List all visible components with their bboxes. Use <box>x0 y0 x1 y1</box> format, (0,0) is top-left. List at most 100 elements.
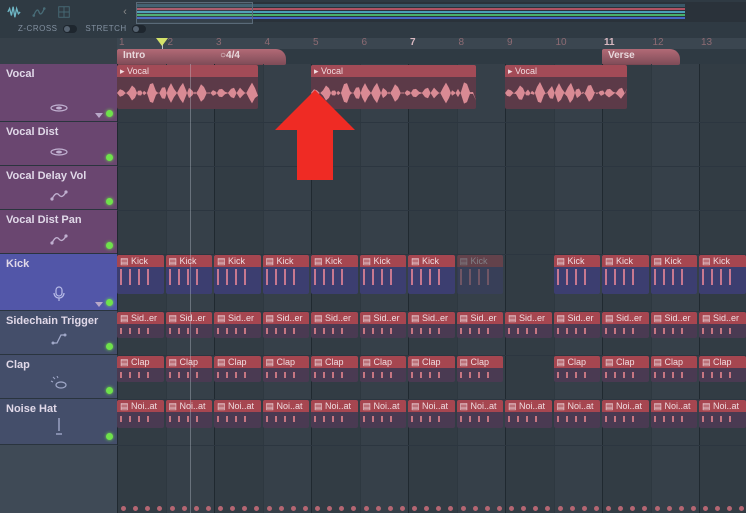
track-header[interactable]: Vocal Dist Pan <box>0 210 117 254</box>
timeline-ruler[interactable]: 12345678910111213 <box>117 38 746 49</box>
timeline-marker[interactable]: ○4/4 <box>214 49 286 65</box>
pattern-clip[interactable]: ▤ Noi..at <box>311 400 358 428</box>
track-enable-led[interactable] <box>106 198 113 205</box>
track-enable-led[interactable] <box>106 110 113 117</box>
track-enable-led[interactable] <box>106 343 113 350</box>
pattern-clip[interactable]: ▤ Kick <box>117 255 164 294</box>
waveform-tool-icon[interactable] <box>3 2 25 22</box>
pattern-clip[interactable]: ▤ Clap <box>263 356 310 382</box>
pattern-clip[interactable]: ▤ Noi..at <box>602 400 649 428</box>
pattern-clip[interactable]: ▤ Sid..er <box>166 312 213 338</box>
track-header[interactable]: Kick <box>0 254 117 311</box>
step-dot <box>133 506 138 511</box>
track-expand-icon[interactable] <box>95 302 103 307</box>
pattern-clip[interactable]: ▤ Clap <box>602 356 649 382</box>
track-lane[interactable]: ▤ Sid..er▤ Sid..er▤ Sid..er▤ Sid..er▤ Si… <box>117 311 746 356</box>
step-dot <box>170 506 175 511</box>
track-header[interactable]: Vocal Delay Vol <box>0 166 117 210</box>
pattern-clip[interactable]: ▤ Noi..at <box>651 400 698 428</box>
pattern-clip[interactable]: ▤ Noi..at <box>263 400 310 428</box>
pattern-clip[interactable]: ▤ Kick <box>602 255 649 294</box>
grid-tool-icon[interactable] <box>53 2 75 22</box>
track-name: Vocal Dist <box>6 126 111 138</box>
pattern-clip[interactable]: ▤ Clap <box>408 356 455 382</box>
track-lane[interactable]: ▤ Noi..at▤ Noi..at▤ Noi..at▤ Noi..at▤ No… <box>117 399 746 446</box>
pattern-clip[interactable]: ▤ Noi..at <box>360 400 407 428</box>
pattern-clip[interactable]: ▤ Sid..er <box>408 312 455 338</box>
clip-label: ▤ Kick <box>408 255 455 267</box>
pattern-clip[interactable]: ▤ Sid..er <box>360 312 407 338</box>
clip-label: ▤ Noi..at <box>360 400 407 412</box>
audio-clip[interactable]: ▸ Vocal <box>505 65 627 109</box>
track-lane[interactable] <box>117 166 746 211</box>
pattern-clip[interactable]: ▤ Noi..at <box>166 400 213 428</box>
pattern-clip[interactable]: ▤ Noi..at <box>554 400 601 428</box>
track-lane[interactable] <box>117 122 746 167</box>
pattern-clip[interactable]: ▤ Noi..at <box>505 400 552 428</box>
pattern-clip[interactable]: ▤ Sid..er <box>214 312 261 338</box>
step-dot <box>582 506 587 511</box>
timeline-marker[interactable]: Verse <box>602 49 680 65</box>
pattern-clip[interactable]: ▤ Clap <box>699 356 746 382</box>
track-header[interactable]: Vocal Dist <box>0 122 117 166</box>
track-enable-led[interactable] <box>106 242 113 249</box>
step-dot <box>703 506 708 511</box>
track-lane[interactable]: ▸ Vocal▸ Vocal▸ Vocal <box>117 64 746 123</box>
pattern-clip[interactable]: ▤ Clap <box>360 356 407 382</box>
pattern-clip[interactable]: ▤ Sid..er <box>554 312 601 338</box>
pattern-clip[interactable]: ▤ Noi..at <box>117 400 164 428</box>
track-header[interactable]: Noise Hat <box>0 399 117 445</box>
pattern-clip[interactable]: ▤ Sid..er <box>117 312 164 338</box>
pattern-clip[interactable]: ▤ Noi..at <box>457 400 504 428</box>
pattern-clip[interactable]: ▤ Kick <box>263 255 310 294</box>
pattern-clip[interactable]: ▤ Sid..er <box>311 312 358 338</box>
marker-lane[interactable]: Intro○4/4Verse <box>117 49 746 64</box>
arrangement-grid[interactable]: ▸ Vocal▸ Vocal▸ Vocal▤ Kick▤ Kick▤ Kick▤… <box>117 64 746 513</box>
track-expand-icon[interactable] <box>95 113 103 118</box>
pattern-clip[interactable]: ▤ Sid..er <box>263 312 310 338</box>
stretch-toggle[interactable] <box>132 25 146 33</box>
pattern-clip[interactable]: ▤ Noi..at <box>408 400 455 428</box>
pattern-clip[interactable]: ▤ Clap <box>457 356 504 382</box>
pattern-clip[interactable]: ▤ Clap <box>554 356 601 382</box>
minimap-viewport[interactable] <box>136 2 253 24</box>
pattern-clip[interactable]: ▤ Kick <box>651 255 698 294</box>
track-header[interactable]: Sidechain Trigger <box>0 311 117 355</box>
pattern-clip[interactable]: ▤ Sid..er <box>457 312 504 338</box>
track-enable-led[interactable] <box>106 387 113 394</box>
pattern-clip[interactable]: ▤ Clap <box>311 356 358 382</box>
pattern-clip[interactable]: ▤ Sid..er <box>699 312 746 338</box>
pattern-clip[interactable]: ▤ Kick <box>360 255 407 294</box>
track-enable-led[interactable] <box>106 154 113 161</box>
track-header[interactable]: Vocal <box>0 64 117 122</box>
pattern-clip[interactable]: ▤ Clap <box>166 356 213 382</box>
pattern-clip[interactable]: ▤ Clap <box>651 356 698 382</box>
minimap[interactable] <box>136 2 746 22</box>
pattern-clip[interactable]: ▤ Kick <box>214 255 261 294</box>
track-lane[interactable] <box>117 210 746 255</box>
pattern-clip[interactable]: ▤ Sid..er <box>602 312 649 338</box>
zcross-toggle[interactable] <box>63 25 77 33</box>
clip-label: ▤ Clap <box>602 356 649 368</box>
envelope-tool-icon[interactable] <box>28 2 50 22</box>
track-enable-led[interactable] <box>106 299 113 306</box>
pattern-clip[interactable]: ▤ Kick <box>554 255 601 294</box>
pattern-clip[interactable]: ▤ Clap <box>214 356 261 382</box>
track-header[interactable]: Clap <box>0 355 117 399</box>
pattern-clip[interactable]: ▤ Noi..at <box>214 400 261 428</box>
pattern-clip[interactable]: ▤ Sid..er <box>505 312 552 338</box>
pattern-clip[interactable]: ▤ Kick <box>166 255 213 294</box>
track-enable-led[interactable] <box>106 433 113 440</box>
audio-clip[interactable]: ▸ Vocal <box>117 65 258 109</box>
track-lane[interactable]: ▤ Kick▤ Kick▤ Kick▤ Kick▤ Kick▤ Kick▤ Ki… <box>117 254 746 312</box>
pattern-clip[interactable]: ▤ Sid..er <box>651 312 698 338</box>
pattern-clip[interactable]: ▤ Noi..at <box>699 400 746 428</box>
pattern-clip[interactable]: ▤ Kick <box>408 255 455 294</box>
playhead[interactable] <box>162 38 163 49</box>
scroll-left-button[interactable]: ‹ <box>117 0 133 24</box>
pattern-clip[interactable]: ▤ Clap <box>117 356 164 382</box>
pattern-clip[interactable]: ▤ Kick <box>311 255 358 294</box>
track-lane[interactable]: ▤ Clap▤ Clap▤ Clap▤ Clap▤ Clap▤ Clap▤ Cl… <box>117 355 746 400</box>
pattern-clip[interactable]: ▤ Kick <box>457 255 504 294</box>
pattern-clip[interactable]: ▤ Kick <box>699 255 746 294</box>
